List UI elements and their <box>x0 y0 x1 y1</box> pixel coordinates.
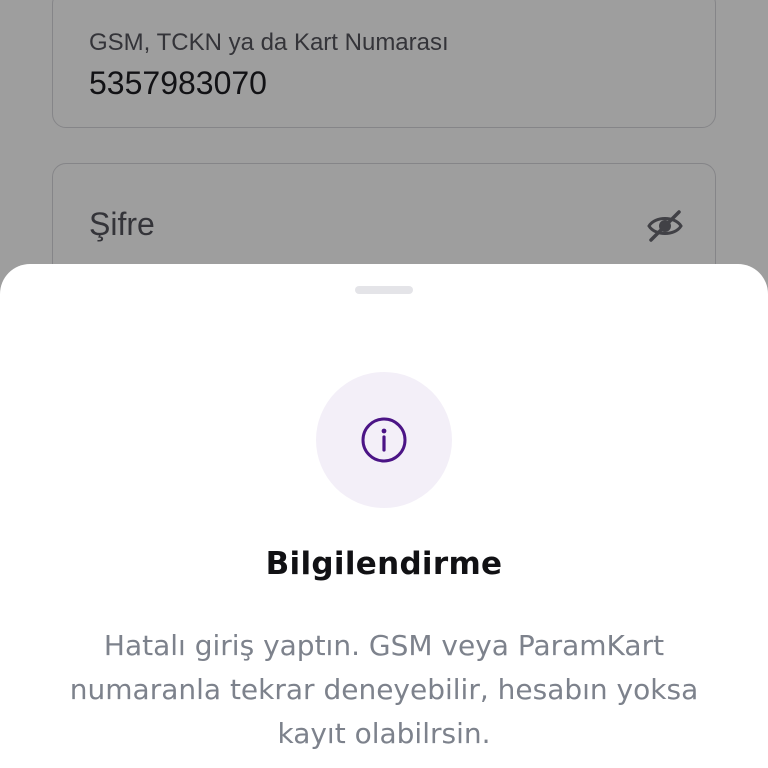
sheet-title: Bilgilendirme <box>265 546 503 582</box>
info-icon-container <box>316 372 452 508</box>
sheet-message: Hatalı giriş yaptın. GSM veya ParamKart … <box>69 629 699 750</box>
info-bottom-sheet: Bilgilendirme Hatalı giriş yaptın. GSM v… <box>0 264 768 768</box>
info-icon <box>360 416 408 464</box>
drag-handle[interactable] <box>355 286 413 294</box>
login-screen: GSM, TCKN ya da Kart Numarası 5357983070… <box>0 0 768 768</box>
